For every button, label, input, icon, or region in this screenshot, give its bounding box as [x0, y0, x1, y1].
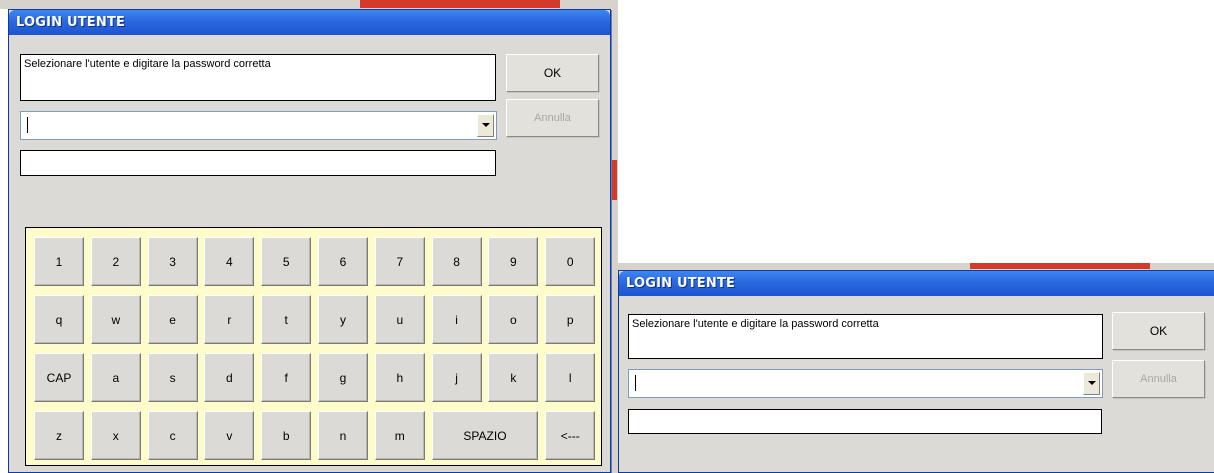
key-q[interactable]: q — [34, 295, 84, 344]
key-m[interactable]: m — [374, 411, 425, 460]
user-select-secondary[interactable] — [628, 369, 1103, 398]
chevron-down-icon[interactable] — [1083, 372, 1100, 395]
ok-button-secondary[interactable]: OK — [1112, 312, 1205, 350]
key-0[interactable]: 0 — [545, 237, 596, 286]
cancel-button[interactable]: Annulla — [506, 99, 599, 137]
key-2[interactable]: 2 — [90, 237, 141, 286]
title-bar[interactable]: LOGIN UTENTE — [9, 10, 610, 35]
key-o[interactable]: o — [488, 295, 539, 344]
virtual-keyboard: 1 2 3 4 5 6 7 8 9 0 q w e r t y u i o p CAP a s d f g h j k l z x c v b n m S… — [25, 227, 602, 466]
key-e[interactable]: e — [147, 295, 198, 344]
key-backspace[interactable]: <--- — [545, 411, 596, 460]
key-d[interactable]: d — [204, 353, 255, 402]
key-6[interactable]: 6 — [318, 237, 368, 286]
dialog-title: LOGIN UTENTE — [16, 15, 126, 30]
key-5[interactable]: 5 — [261, 237, 312, 286]
chevron-down-icon[interactable] — [477, 114, 494, 137]
key-1[interactable]: 1 — [34, 237, 84, 286]
key-f[interactable]: f — [261, 353, 312, 402]
ok-button[interactable]: OK — [506, 54, 599, 92]
login-dialog-secondary: LOGIN UTENTE Selezionare l'utente e digi… — [618, 270, 1214, 473]
key-c[interactable]: c — [147, 411, 198, 460]
key-b[interactable]: b — [261, 411, 312, 460]
key-j[interactable]: j — [431, 353, 482, 402]
key-a[interactable]: a — [90, 353, 141, 402]
background-app-red-top — [360, 0, 560, 8]
key-3[interactable]: 3 — [147, 237, 198, 286]
key-r[interactable]: r — [204, 295, 255, 344]
login-dialog: LOGIN UTENTE Selezionare l'utente e digi… — [8, 9, 611, 473]
key-x[interactable]: x — [90, 411, 141, 460]
key-t[interactable]: t — [261, 295, 312, 344]
key-4[interactable]: 4 — [204, 237, 255, 286]
key-g[interactable]: g — [318, 353, 368, 402]
key-u[interactable]: u — [374, 295, 425, 344]
key-i[interactable]: i — [431, 295, 482, 344]
key-w[interactable]: w — [90, 295, 141, 344]
dialog-title-secondary: LOGIN UTENTE — [626, 276, 736, 291]
key-8[interactable]: 8 — [431, 237, 482, 286]
title-bar-secondary[interactable]: LOGIN UTENTE — [619, 271, 1214, 296]
key-7[interactable]: 7 — [374, 237, 425, 286]
key-s[interactable]: s — [147, 353, 198, 402]
text-caret-secondary — [635, 375, 636, 391]
key-spazio[interactable]: SPAZIO — [431, 411, 539, 460]
text-caret — [27, 117, 28, 133]
key-z[interactable]: z — [34, 411, 84, 460]
user-select[interactable] — [20, 111, 497, 140]
key-p[interactable]: p — [545, 295, 596, 344]
background-app-red-right — [612, 160, 617, 200]
password-field-secondary[interactable] — [628, 409, 1102, 434]
key-y[interactable]: y — [318, 295, 368, 344]
password-field[interactable] — [20, 150, 496, 176]
key-v[interactable]: v — [204, 411, 255, 460]
cancel-button-secondary[interactable]: Annulla — [1112, 360, 1205, 398]
key-h[interactable]: h — [374, 353, 425, 402]
key-9[interactable]: 9 — [488, 237, 539, 286]
key-l[interactable]: l — [545, 353, 596, 402]
key-cap[interactable]: CAP — [34, 353, 84, 402]
key-n[interactable]: n — [318, 411, 368, 460]
message-box: Selezionare l'utente e digitare la passw… — [20, 54, 496, 101]
message-box-secondary: Selezionare l'utente e digitare la passw… — [628, 314, 1103, 359]
background-app-red-second — [970, 263, 1150, 269]
key-k[interactable]: k — [488, 353, 539, 402]
